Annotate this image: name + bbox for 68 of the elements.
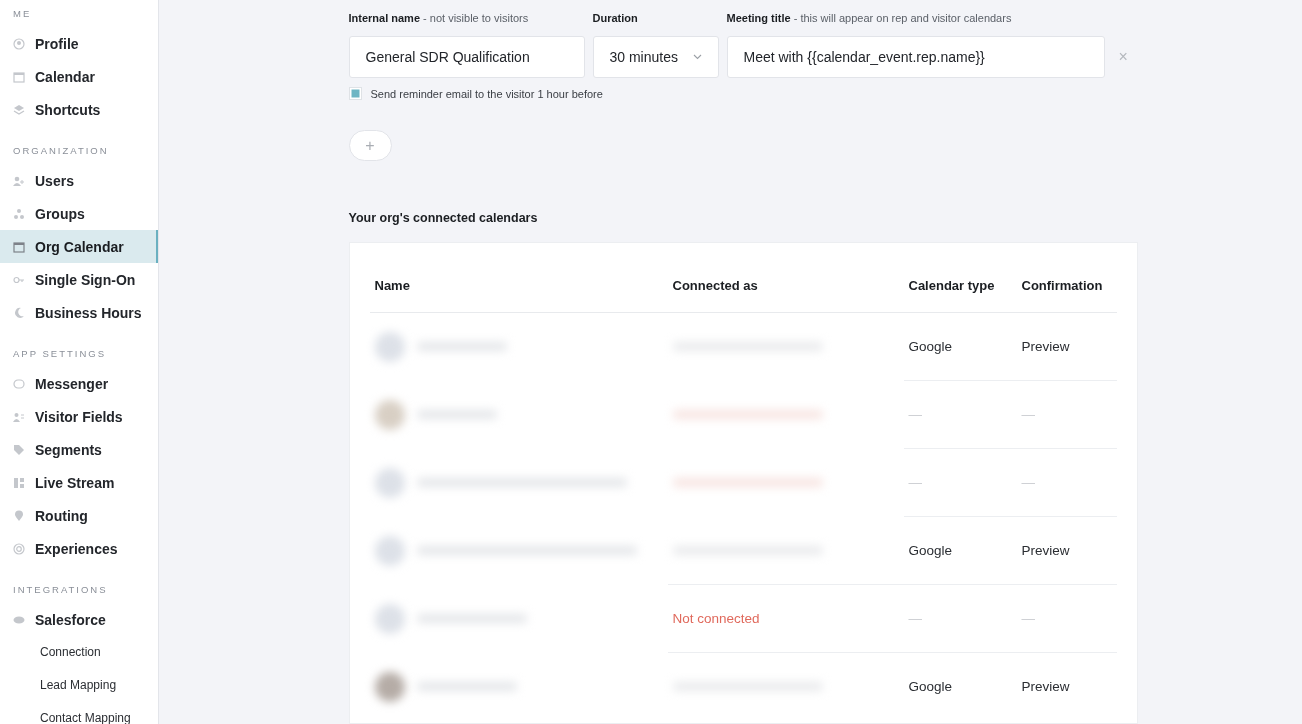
field-label: Internal name - not visible to visitors [348, 12, 530, 24]
sidebar-item[interactable]: Calendar [0, 60, 158, 93]
sidebar-subitem[interactable]: Connection [0, 636, 158, 669]
section-title: Your org's connected calendars [348, 211, 539, 225]
sidebar-item[interactable]: Org Calendar [0, 230, 158, 263]
groups-icon [13, 207, 25, 220]
target-icon [13, 542, 25, 555]
sidebar-item[interactable]: Single Sign-On [0, 263, 158, 296]
sidebar-subitem[interactable]: Contact Mapping [0, 702, 158, 724]
blurred-avatar [374, 331, 405, 362]
column-header: Connected as [667, 243, 904, 313]
sidebar-item[interactable]: Visitor Fields [0, 400, 158, 433]
table-cell: — [908, 611, 922, 626]
blurred-avatar [374, 603, 405, 634]
user-list-icon [13, 410, 25, 423]
sidebar-item[interactable]: Business Hours [0, 296, 158, 329]
layers-icon [13, 103, 25, 116]
checkbox[interactable] [348, 87, 362, 100]
reminder-checkbox[interactable]: Send reminder email to the visitor 1 hour before [348, 87, 1138, 100]
column-header: Confirmation [1016, 243, 1117, 313]
field-label: Meeting title - this will appear on rep and visitor calendars [726, 12, 1013, 24]
section-heading: ME [12, 7, 33, 21]
section-heading: ORGANIZATION [12, 144, 110, 158]
table-cell: — [908, 475, 922, 490]
table-cell: Google [908, 543, 953, 558]
pin-icon [13, 509, 25, 522]
sidebar-item[interactable]: Salesforce [0, 603, 158, 636]
sidebar-item[interactable]: Users [0, 164, 158, 197]
table-cell: — [1021, 611, 1035, 626]
grid-icon [13, 476, 25, 489]
connection-status: Not connected [672, 611, 760, 626]
sidebar-item[interactable]: Routing [0, 499, 158, 532]
blurred-avatar [374, 671, 405, 702]
sidebar-item[interactable]: Live Stream [0, 466, 158, 499]
sidebar-item[interactable]: Experiences [0, 532, 158, 565]
calendar-icon [13, 240, 25, 253]
table-cell: Google [908, 679, 953, 694]
add-user-icon [13, 174, 25, 187]
sidebar-subitem[interactable]: Lead Mapping [0, 669, 158, 702]
moon-icon [13, 306, 25, 319]
blurred-avatar [374, 399, 405, 430]
table-cell: Google [908, 339, 953, 354]
blurred-avatar [374, 535, 405, 566]
chevron-down-icon [692, 54, 702, 60]
table-cell: Preview [1021, 339, 1070, 354]
field-label: Duration [592, 12, 639, 24]
sidebar-item[interactable]: Shortcuts [0, 93, 158, 126]
tag-icon [13, 443, 25, 456]
table-cell: — [1021, 407, 1035, 422]
internal-name-field[interactable]: General SDR Qualification [348, 36, 585, 78]
sidebar-item[interactable]: Segments [0, 433, 158, 466]
blurred-avatar [374, 467, 405, 498]
section-heading: INTEGRATIONS [12, 583, 109, 597]
duration-dropdown[interactable]: 30 minutes [592, 36, 719, 78]
sidebar-item[interactable]: Profile [0, 27, 158, 60]
table-cell: — [1021, 475, 1035, 490]
table-cell: — [908, 407, 922, 422]
checkbox-label: Send reminder email to the visitor 1 hour before [370, 87, 603, 100]
calendar-icon [13, 70, 25, 83]
column-header: Calendar type [903, 243, 1017, 313]
column-header: Name [369, 243, 668, 313]
table-cell: Preview [1021, 679, 1070, 694]
sidebar-item[interactable]: Groups [0, 197, 158, 230]
sidebar-item[interactable]: Messenger [0, 367, 158, 400]
meeting-title-field[interactable]: Meet with {{calendar_event.rep.name}} [726, 36, 1105, 78]
profile-icon [13, 37, 25, 50]
table-cell: Preview [1021, 543, 1070, 558]
section-heading: APP SETTINGS [12, 347, 107, 361]
